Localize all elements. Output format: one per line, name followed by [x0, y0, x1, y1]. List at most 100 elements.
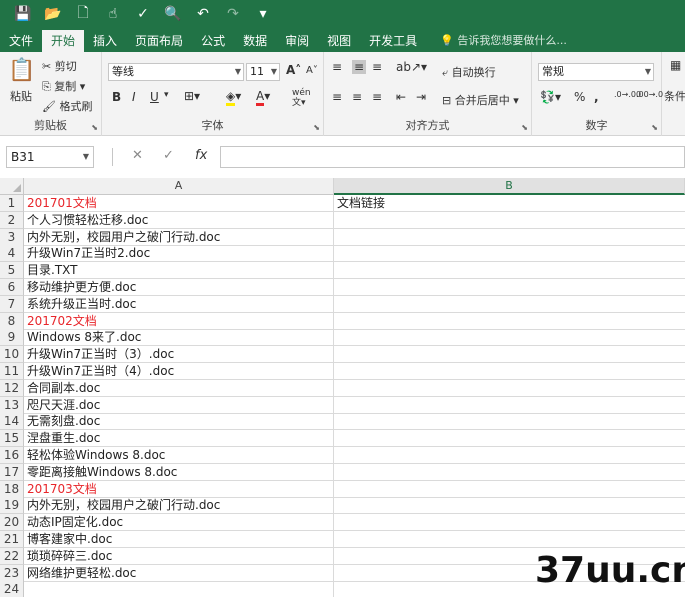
cell-a[interactable]: 涅盘重生.doc	[24, 430, 334, 448]
row-header[interactable]: 7	[0, 295, 24, 313]
cell-b[interactable]	[334, 397, 685, 414]
align-bottom-icon[interactable]: ≡	[372, 60, 382, 74]
tab-insert[interactable]: 插入	[84, 30, 126, 52]
increase-indent-icon[interactable]: ⇥	[416, 90, 426, 104]
cell-a[interactable]: 零距离接触Windows 8.doc	[24, 463, 334, 481]
save-icon[interactable]: 💾	[8, 6, 38, 22]
row-header[interactable]: 18	[0, 480, 24, 498]
row-header[interactable]: 19	[0, 497, 24, 515]
paste-icon[interactable]: 📋	[8, 58, 35, 83]
cell-b[interactable]	[334, 296, 685, 313]
comma-button[interactable]: ,	[594, 90, 599, 104]
cell-a[interactable]: 个人习惯轻松迁移.doc	[24, 211, 334, 229]
row-header[interactable]: 24	[0, 581, 24, 597]
paste-button[interactable]: 粘贴	[10, 88, 32, 104]
cancel-formula-icon[interactable]: ✕	[132, 148, 143, 163]
grow-font-button[interactable]: A˄	[286, 63, 301, 77]
row-header[interactable]: 17	[0, 463, 24, 481]
cell-b[interactable]	[334, 262, 685, 280]
tab-review[interactable]: 审阅	[276, 30, 318, 52]
cell-a[interactable]: 系统升级正当时.doc	[24, 295, 334, 313]
wrap-text-button[interactable]: ⤶ 自动换行	[442, 64, 496, 80]
alignment-launcher-icon[interactable]: ⬊	[521, 123, 528, 132]
align-right-icon[interactable]: ≡	[372, 90, 382, 104]
cell-a[interactable]: 咫尺天涯.doc	[24, 396, 334, 414]
font-size-dropdown[interactable]: 11 ▼	[246, 63, 280, 81]
row-header[interactable]: 4	[0, 245, 24, 263]
format-painter-button[interactable]: 🖌 格式刷	[42, 98, 92, 114]
insert-function-icon[interactable]: fx	[195, 148, 207, 163]
cell-b[interactable]	[334, 481, 685, 498]
cell-b[interactable]	[334, 464, 685, 481]
row-header[interactable]: 23	[0, 564, 24, 582]
row-header[interactable]: 8	[0, 312, 24, 330]
borders-icon[interactable]: ⊞▾	[184, 89, 200, 103]
row-header[interactable]: 1	[0, 195, 24, 212]
print-preview-icon[interactable]: 🔍	[158, 6, 188, 22]
percent-button[interactable]: %	[574, 90, 585, 104]
formula-input[interactable]	[220, 146, 685, 168]
underline-dropdown-icon[interactable]: ▾	[164, 90, 169, 100]
tab-view[interactable]: 视图	[318, 30, 360, 52]
cell-a[interactable]	[24, 581, 334, 597]
cell-a[interactable]: 网络维护更轻松.doc	[24, 564, 334, 582]
decrease-decimal-button[interactable]: .00→.0	[636, 90, 663, 99]
tell-me-search[interactable]: 💡 告诉我您想要做什么...	[426, 30, 567, 52]
cut-button[interactable]: ✂ 剪切	[42, 58, 77, 74]
cell-a[interactable]: 动态IP固定化.doc	[24, 514, 334, 532]
copy-button[interactable]: ⎘ 复制 ▾	[42, 78, 85, 94]
cell-b[interactable]	[334, 279, 685, 296]
row-header[interactable]: 12	[0, 379, 24, 397]
cell-b[interactable]	[334, 346, 685, 364]
cell-a[interactable]: 升级Win7正当时（4）.doc	[24, 363, 334, 380]
cell-b[interactable]	[334, 413, 685, 431]
tab-file[interactable]: 文件	[0, 30, 42, 52]
fill-color-icon[interactable]: ◈▾	[226, 89, 241, 106]
number-format-dropdown[interactable]: 常规 ▼	[538, 63, 654, 81]
select-all-corner[interactable]	[0, 178, 24, 195]
tab-formulas[interactable]: 公式	[192, 30, 234, 52]
enter-formula-icon[interactable]: ✓	[163, 148, 174, 163]
cell-b[interactable]	[334, 363, 685, 380]
conditional-format-icon[interactable]: ▦	[670, 58, 681, 72]
cell-a[interactable]: Windows 8来了.doc	[24, 329, 334, 347]
cell-b[interactable]	[334, 430, 685, 448]
row-header[interactable]: 3	[0, 228, 24, 246]
row-header[interactable]: 11	[0, 363, 24, 380]
row-header[interactable]: 6	[0, 279, 24, 296]
worksheet-grid[interactable]: A B 1 201701文档 文档链接 2 个人习惯轻松迁移.doc 3 内外无别，校园用户…	[0, 178, 685, 597]
shrink-font-button[interactable]: A˅	[306, 65, 318, 76]
phonetic-guide-button[interactable]: wén 文▾	[292, 88, 311, 108]
align-center-icon[interactable]: ≡	[352, 90, 362, 104]
bold-button[interactable]: B	[112, 90, 121, 104]
row-header[interactable]: 22	[0, 547, 24, 565]
cell-a[interactable]: 博客建家中.doc	[24, 531, 334, 548]
name-box[interactable]: B31 ▼	[6, 146, 94, 168]
row-header[interactable]: 13	[0, 396, 24, 414]
cell-b[interactable]	[334, 245, 685, 263]
cell-b[interactable]	[334, 531, 685, 548]
row-header[interactable]: 9	[0, 329, 24, 347]
number-launcher-icon[interactable]: ⬊	[651, 123, 658, 132]
decrease-indent-icon[interactable]: ⇤	[396, 90, 406, 104]
cell-a[interactable]: 201701文档	[24, 195, 334, 212]
cell-b[interactable]: 文档链接	[334, 195, 685, 212]
tab-data[interactable]: 数据	[234, 30, 276, 52]
column-header-a[interactable]: A	[24, 178, 334, 195]
row-header[interactable]: 5	[0, 262, 24, 280]
open-icon[interactable]: 📂	[38, 6, 68, 22]
cell-a[interactable]: 目录.TXT	[24, 262, 334, 280]
undo-icon[interactable]: ↶	[188, 6, 218, 22]
font-color-button[interactable]: A▾	[256, 89, 270, 106]
spelling-icon[interactable]: ✓	[128, 6, 158, 22]
row-header[interactable]: 15	[0, 430, 24, 448]
cell-a[interactable]: 升级Win7正当时（3）.doc	[24, 346, 334, 364]
underline-button[interactable]: U	[150, 90, 159, 104]
cell-a[interactable]: 201703文档	[24, 480, 334, 498]
orientation-icon[interactable]: ab↗▾	[396, 60, 427, 74]
cell-a[interactable]: 201702文档	[24, 312, 334, 330]
cell-a[interactable]: 轻松体验Windows 8.doc	[24, 447, 334, 464]
cell-b[interactable]	[334, 212, 685, 229]
row-header[interactable]: 14	[0, 413, 24, 431]
tab-home[interactable]: 开始	[42, 30, 85, 52]
